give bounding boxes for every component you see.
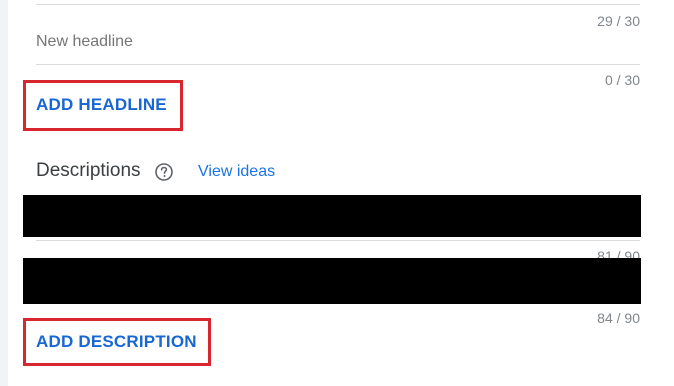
new-headline-underline xyxy=(36,64,640,65)
redacted-description-1[interactable] xyxy=(23,195,641,237)
add-description-button[interactable]: ADD DESCRIPTION xyxy=(36,332,197,352)
question-circle-icon[interactable] xyxy=(154,162,174,182)
redacted-description-2[interactable] xyxy=(23,258,641,304)
headline-char-counter: 29 / 30 xyxy=(597,13,640,29)
description-2-char-counter: 84 / 90 xyxy=(597,310,640,326)
add-headline-button[interactable]: ADD HEADLINE xyxy=(36,95,167,115)
new-headline-input[interactable]: New headline xyxy=(36,33,133,51)
descriptions-title: Descriptions xyxy=(36,160,141,181)
view-ideas-link[interactable]: View ideas xyxy=(198,163,275,181)
headline-field-underline xyxy=(36,4,640,5)
left-rail xyxy=(0,0,8,386)
new-headline-char-counter: 0 / 30 xyxy=(604,72,640,88)
description-1-underline xyxy=(36,240,640,241)
